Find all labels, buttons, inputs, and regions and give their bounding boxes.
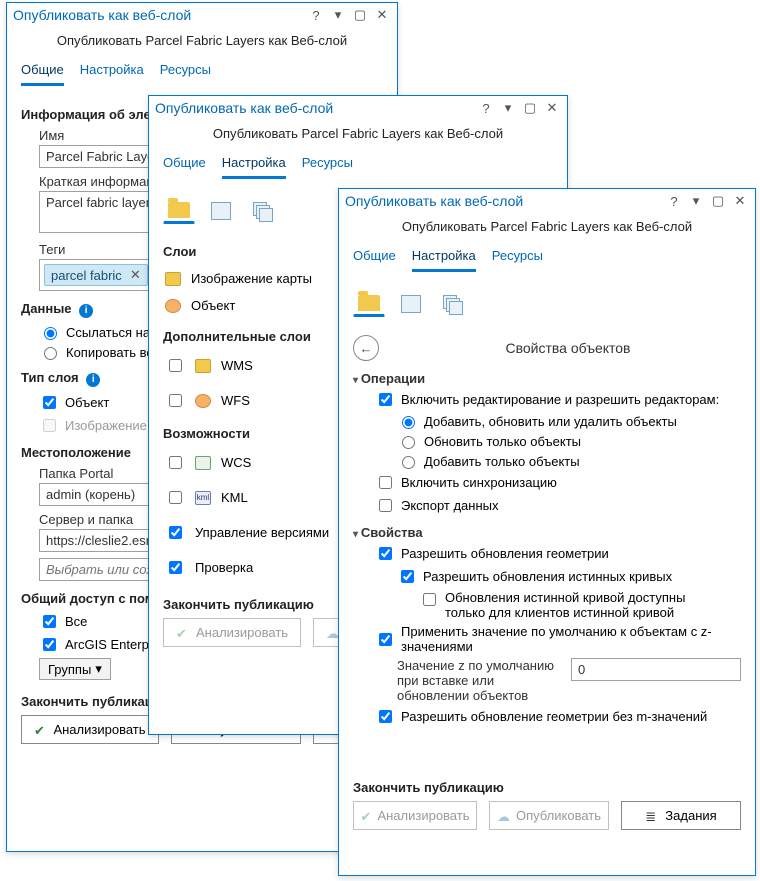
stack-tab-icon[interactable] [437, 291, 469, 317]
layertype-title: Тип слоя [21, 370, 79, 385]
window-subheader: Опубликовать Parcel Fabric Layers как Ве… [7, 27, 397, 58]
radio-update-only[interactable]: Обновить только объекты [397, 433, 741, 449]
tag-chip: parcel fabric ✕ [44, 264, 148, 286]
folder-icon [358, 295, 380, 311]
window-subheader: Опубликовать Parcel Fabric Layers как Ве… [339, 213, 755, 244]
list-icon: ≣ [645, 809, 659, 823]
props-title: Свойства объектов [395, 340, 741, 356]
z-default-row: Значение z по умолчанию при вставке или … [397, 658, 741, 703]
config-iconrow [353, 283, 741, 327]
analyze-button[interactable]: ✔Анализировать [21, 715, 159, 744]
grid-icon [401, 295, 421, 313]
back-button[interactable]: ← [353, 335, 379, 361]
titlebar: Опубликовать как веб-слой ? ▾ ▢ ✕ [339, 189, 755, 213]
analyze-button: ✔Анализировать [163, 618, 301, 647]
tab-resources[interactable]: Ресурсы [492, 244, 543, 272]
z-default-label: Значение z по умолчанию при вставке или … [397, 658, 559, 703]
featureprops-body: ← Свойства объектов Операции Включить ре… [339, 273, 755, 842]
check-icon: ✔ [34, 723, 47, 737]
window-config-featureprops: Опубликовать как веб-слой ? ▾ ▢ ✕ Опубли… [338, 188, 756, 876]
z-default-input[interactable] [571, 658, 741, 681]
folder-icon [168, 202, 190, 218]
tab-general[interactable]: Общие [163, 151, 206, 179]
restore-icon[interactable]: ▢ [521, 100, 539, 116]
tab-config[interactable]: Настройка [412, 244, 476, 272]
check-sync[interactable]: Включить синхронизацию [375, 473, 741, 492]
window-buttons: ? ▾ ▢ ✕ [307, 7, 391, 23]
titlebar: Опубликовать как веб-слой ? ▾ ▢ ✕ [7, 3, 397, 27]
folder-tab-icon[interactable] [353, 291, 385, 317]
radio-add-update-delete[interactable]: Добавить, обновить или удалить объекты [397, 413, 741, 429]
radio-add-only[interactable]: Добавить только объекты [397, 453, 741, 469]
stack-icon [443, 295, 463, 313]
finish-buttons: ✔Анализировать ☁Опубликовать ≣Задания [353, 801, 741, 830]
check-true-curves-clients[interactable]: Обновления истинной кривой доступны толь… [419, 590, 741, 620]
window-subheader: Опубликовать Parcel Fabric Layers как Ве… [149, 120, 567, 151]
check-enable-editing[interactable]: Включить редактирование и разрешить реда… [375, 390, 741, 409]
check-export[interactable]: Экспорт данных [375, 496, 741, 515]
tab-config[interactable]: Настройка [222, 151, 286, 179]
window-buttons: ? ▾ ▢ ✕ [477, 100, 561, 116]
check-true-curves[interactable]: Разрешить обновления истинных кривых [397, 567, 741, 586]
check-geom-updates[interactable]: Разрешить обновления геометрии [375, 544, 741, 563]
stack-tab-icon[interactable] [247, 198, 279, 224]
stack-icon [253, 202, 273, 220]
grid-icon [211, 202, 231, 220]
tab-resources[interactable]: Ресурсы [160, 58, 211, 86]
tag-remove-icon[interactable]: ✕ [130, 267, 141, 283]
window-title: Опубликовать как веб-слой [345, 193, 523, 209]
minimize-icon[interactable]: ▾ [329, 7, 347, 23]
window-title: Опубликовать как веб-слой [13, 7, 191, 23]
check-apply-z[interactable]: Применить значение по умолчанию к объект… [375, 624, 741, 654]
wms-icon [195, 359, 211, 373]
close-icon[interactable]: ✕ [373, 7, 391, 23]
close-icon[interactable]: ✕ [731, 193, 749, 209]
tab-general[interactable]: Общие [21, 58, 64, 86]
tab-config[interactable]: Настройка [80, 58, 144, 86]
titlebar: Опубликовать как веб-слой ? ▾ ▢ ✕ [149, 96, 567, 120]
help-icon[interactable]: ? [307, 8, 325, 23]
check-icon: ✔ [176, 626, 190, 640]
close-icon[interactable]: ✕ [543, 100, 561, 116]
wfs-icon [195, 394, 211, 408]
help-icon[interactable]: ? [477, 101, 495, 116]
tabs: Общие Настройка Ресурсы [339, 244, 755, 273]
jobs-button[interactable]: ≣Задания [621, 801, 741, 830]
tab-general[interactable]: Общие [353, 244, 396, 272]
info-icon[interactable]: i [86, 373, 100, 387]
mapimage-icon [165, 272, 181, 286]
section-finish: Закончить публикацию [353, 780, 741, 795]
cloud-icon: ☁ [497, 809, 510, 823]
restore-icon[interactable]: ▢ [709, 193, 727, 209]
chevron-down-icon: ▾ [95, 661, 102, 677]
wcs-icon [195, 456, 211, 470]
tabs: Общие Настройка Ресурсы [149, 151, 567, 180]
tab-resources[interactable]: Ресурсы [302, 151, 353, 179]
minimize-icon[interactable]: ▾ [687, 193, 705, 209]
groups-button[interactable]: Группы▾ [39, 658, 111, 680]
grid-tab-icon[interactable] [395, 291, 427, 317]
tag-text: parcel fabric [51, 268, 122, 283]
restore-icon[interactable]: ▢ [351, 7, 369, 23]
analyze-button: ✔Анализировать [353, 801, 477, 830]
folder-tab-icon[interactable] [163, 198, 195, 224]
help-icon[interactable]: ? [665, 194, 683, 209]
section-properties[interactable]: Свойства [353, 525, 741, 540]
minimize-icon[interactable]: ▾ [499, 100, 517, 116]
data-title: Данные [21, 301, 72, 316]
window-buttons: ? ▾ ▢ ✕ [665, 193, 749, 209]
feature-icon [165, 299, 181, 313]
check-allow-no-m[interactable]: Разрешить обновление геометрии без m-зна… [375, 707, 741, 726]
kml-icon: kml [195, 491, 211, 505]
section-operations[interactable]: Операции [353, 371, 741, 386]
grid-tab-icon[interactable] [205, 198, 237, 224]
publish-button: ☁Опубликовать [489, 801, 609, 830]
props-header: ← Свойства объектов [353, 335, 741, 361]
info-icon[interactable]: i [79, 304, 93, 318]
check-icon: ✔ [361, 809, 372, 823]
tabs: Общие Настройка Ресурсы [7, 58, 397, 87]
window-title: Опубликовать как веб-слой [155, 100, 333, 116]
